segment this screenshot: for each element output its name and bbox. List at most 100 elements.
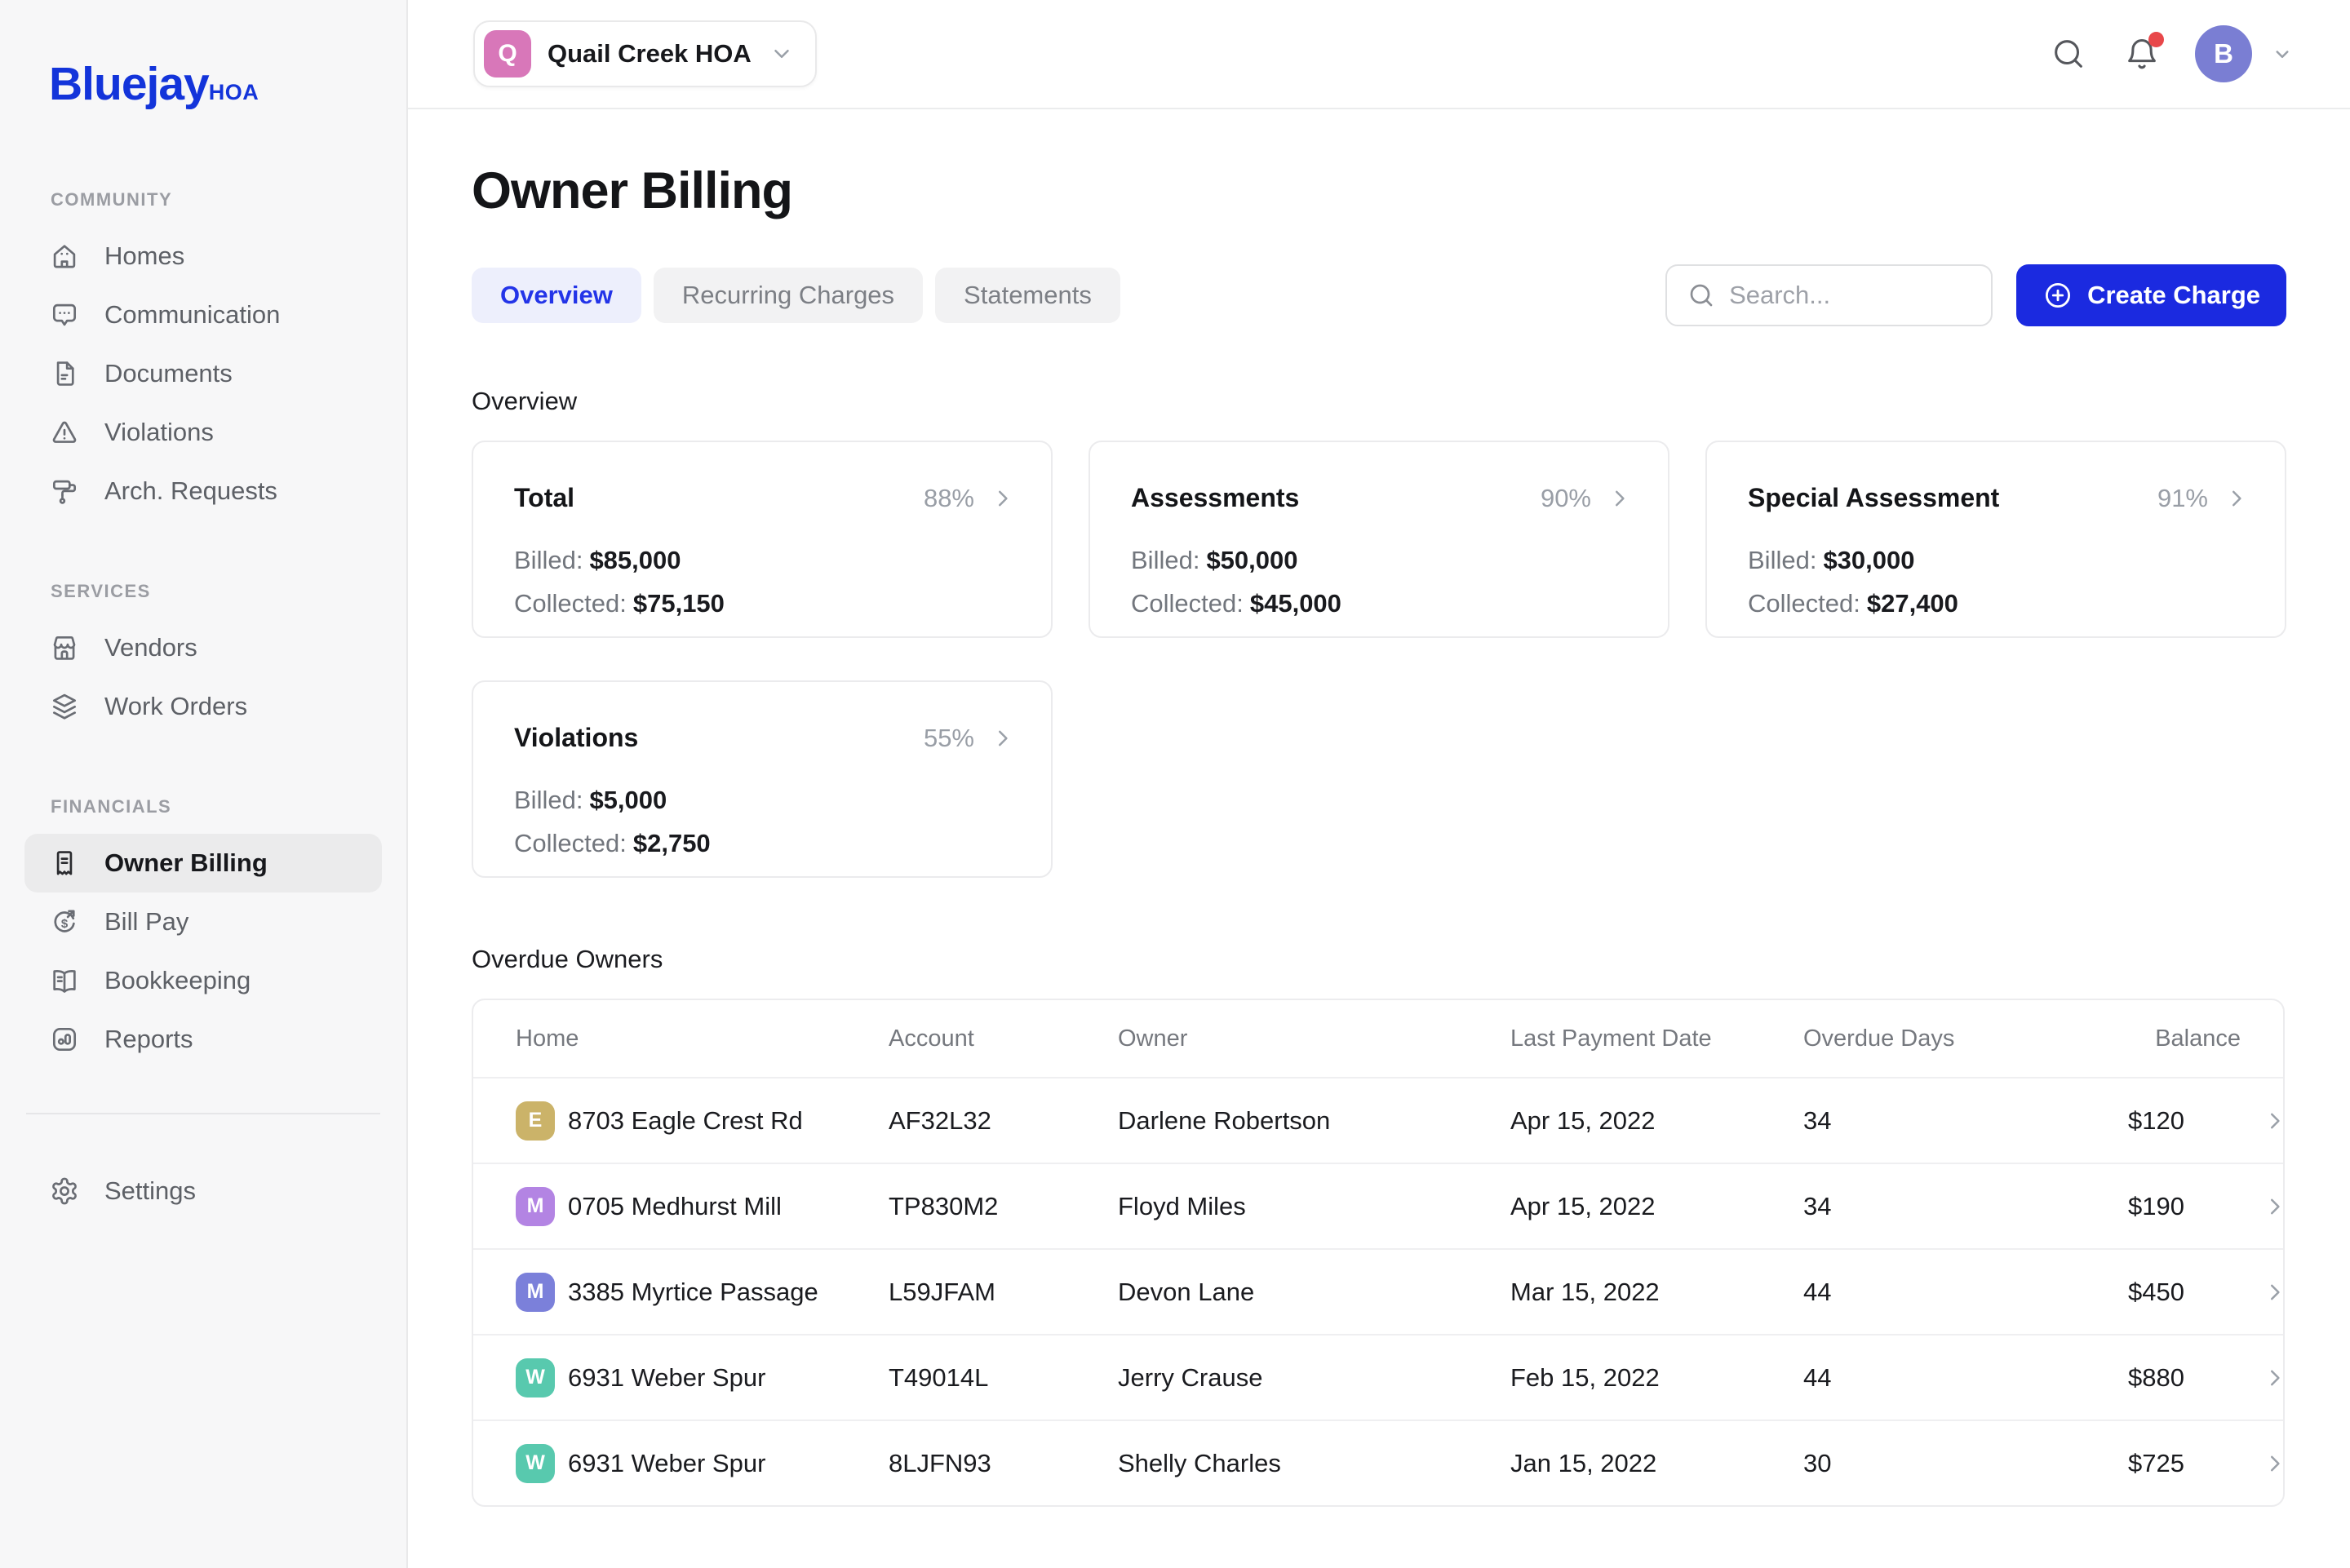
balance-value: $725: [2128, 1449, 2184, 1478]
sidebar-item-violations[interactable]: Violations: [24, 403, 382, 462]
chevron-right-icon[interactable]: [1607, 486, 1632, 511]
billed-value: $50,000: [1206, 546, 1297, 574]
account-code: TP830M2: [889, 1192, 1118, 1221]
create-charge-button[interactable]: Create Charge: [2016, 264, 2286, 326]
bar-chart-icon: [49, 1024, 80, 1055]
column-header-overdue-days: Overdue Days: [1803, 1025, 2128, 1052]
card-violations[interactable]: Violations 55% Billed:$5,000 Collected:$…: [472, 680, 1053, 878]
chevron-right-icon[interactable]: [2263, 1194, 2285, 1219]
sidebar-item-vendors[interactable]: Vendors: [24, 618, 382, 677]
search-input[interactable]: [1729, 281, 1971, 310]
sidebar-item-work-orders[interactable]: Work Orders: [24, 677, 382, 736]
table-row[interactable]: W 6931 Weber Spur T49014L Jerry Crause F…: [473, 1334, 2283, 1420]
collected-label: Collected:: [514, 829, 627, 857]
receipt-icon: [49, 848, 80, 879]
home-avatar-initial: W: [525, 1366, 545, 1389]
tab-recurring-charges[interactable]: Recurring Charges: [654, 268, 923, 323]
billed-label: Billed:: [514, 786, 583, 814]
tab-statements[interactable]: Statements: [935, 268, 1120, 323]
sidebar-section-financials: FINANCIALS: [24, 796, 382, 817]
balance-value: $450: [2128, 1278, 2184, 1307]
last-payment-date: Mar 15, 2022: [1510, 1278, 1803, 1307]
chevron-down-icon: [2270, 42, 2295, 66]
org-avatar: Q: [484, 30, 531, 78]
notification-dot: [2148, 32, 2164, 47]
chevron-right-icon[interactable]: [2263, 1109, 2285, 1133]
sidebar-item-bill-pay[interactable]: $ Bill Pay: [24, 893, 382, 951]
column-header-balance: Balance: [2128, 1025, 2241, 1052]
notifications-bell-icon[interactable]: [2123, 35, 2161, 73]
sidebar-item-bookkeeping[interactable]: Bookkeeping: [24, 951, 382, 1010]
layers-icon: [49, 691, 80, 722]
card-percent: 90%: [1541, 484, 1591, 513]
tab-overview[interactable]: Overview: [472, 268, 641, 323]
owner-name: Devon Lane: [1118, 1278, 1510, 1307]
card-percent: 55%: [924, 724, 974, 753]
column-header-last-payment-date: Last Payment Date: [1510, 1025, 1803, 1052]
home-avatar-initial: M: [527, 1194, 544, 1218]
sidebar-item-homes[interactable]: Homes: [24, 227, 382, 286]
sidebar-item-label: Settings: [104, 1176, 196, 1206]
billed-value: $85,000: [589, 546, 681, 574]
sidebar-item-settings[interactable]: Settings: [24, 1162, 382, 1220]
account-code: L59JFAM: [889, 1278, 1118, 1307]
table-row[interactable]: M 3385 Myrtice Passage L59JFAM Devon Lan…: [473, 1248, 2283, 1334]
last-payment-date: Feb 15, 2022: [1510, 1363, 1803, 1393]
chat-icon: [49, 299, 80, 330]
card-percent: 91%: [2157, 484, 2208, 513]
owner-name: Shelly Charles: [1118, 1449, 1510, 1478]
collected-label: Collected:: [514, 589, 627, 618]
card-title: Special Assessment: [1748, 483, 1999, 513]
topbar-actions: B: [2050, 25, 2295, 82]
overdue-days: 30: [1803, 1449, 2128, 1478]
collected-label: Collected:: [1748, 589, 1860, 618]
table-row[interactable]: M 0705 Medhurst Mill TP830M2 Floyd Miles…: [473, 1163, 2283, 1248]
owner-name: Jerry Crause: [1118, 1363, 1510, 1393]
chevron-right-icon[interactable]: [991, 726, 1015, 751]
card-special-assessment[interactable]: Special Assessment 91% Billed:$30,000 Co…: [1705, 441, 2286, 638]
table-row[interactable]: W 6931 Weber Spur 8LJFN93 Shelly Charles…: [473, 1420, 2283, 1505]
chevron-right-icon[interactable]: [2224, 486, 2249, 511]
column-header-owner: Owner: [1118, 1025, 1510, 1052]
account-code: T49014L: [889, 1363, 1118, 1393]
sidebar-item-label: Bookkeeping: [104, 966, 251, 995]
app-window: BluejayHOA COMMUNITY Homes Communication…: [0, 0, 2350, 1568]
gear-icon: [49, 1176, 80, 1207]
app-logo[interactable]: BluejayHOA: [24, 57, 382, 111]
sidebar-item-label: Homes: [104, 241, 184, 271]
logo-suffix: HOA: [209, 80, 259, 104]
card-assessments[interactable]: Assessments 90% Billed:$50,000 Collected…: [1089, 441, 1669, 638]
chevron-right-icon[interactable]: [2263, 1451, 2285, 1476]
column-header-account: Account: [889, 1025, 1118, 1052]
sidebar-item-arch-requests[interactable]: Arch. Requests: [24, 462, 382, 520]
sidebar-item-label: Reports: [104, 1025, 193, 1054]
topbar: Q Quail Creek HOA B: [408, 0, 2350, 109]
sidebar-item-reports[interactable]: Reports: [24, 1010, 382, 1069]
chevron-right-icon[interactable]: [991, 486, 1015, 511]
toolbar: Overview Recurring Charges Statements: [472, 264, 2286, 326]
table-row[interactable]: E 8703 Eagle Crest Rd AF32L32 Darlene Ro…: [473, 1077, 2283, 1163]
search-icon[interactable]: [2050, 35, 2087, 73]
chevron-right-icon[interactable]: [2263, 1280, 2285, 1304]
home-avatar: E: [516, 1101, 555, 1141]
sidebar-item-owner-billing[interactable]: Owner Billing: [24, 834, 382, 893]
paint-roller-icon: [49, 476, 80, 507]
account-code: 8LJFN93: [889, 1449, 1118, 1478]
sidebar-item-documents[interactable]: Documents: [24, 344, 382, 403]
user-menu[interactable]: B: [2195, 25, 2295, 82]
page-title: Owner Billing: [472, 162, 2286, 220]
sidebar-item-label: Bill Pay: [104, 907, 188, 937]
card-percent: 88%: [924, 484, 974, 513]
chevron-right-icon[interactable]: [2263, 1366, 2285, 1390]
billed-value: $5,000: [589, 786, 667, 814]
balance-value: $880: [2128, 1363, 2184, 1393]
card-title: Violations: [514, 723, 638, 753]
card-total[interactable]: Total 88% Billed:$85,000 Collected:$75,1…: [472, 441, 1053, 638]
page-content: Owner Billing Overview Recurring Charges…: [408, 109, 2350, 1507]
open-book-icon: [49, 965, 80, 996]
search-field: [1665, 264, 1993, 326]
document-icon: [49, 358, 80, 389]
sidebar-item-communication[interactable]: Communication: [24, 286, 382, 344]
svg-text:$: $: [61, 917, 69, 931]
org-switcher[interactable]: Q Quail Creek HOA: [473, 20, 817, 87]
